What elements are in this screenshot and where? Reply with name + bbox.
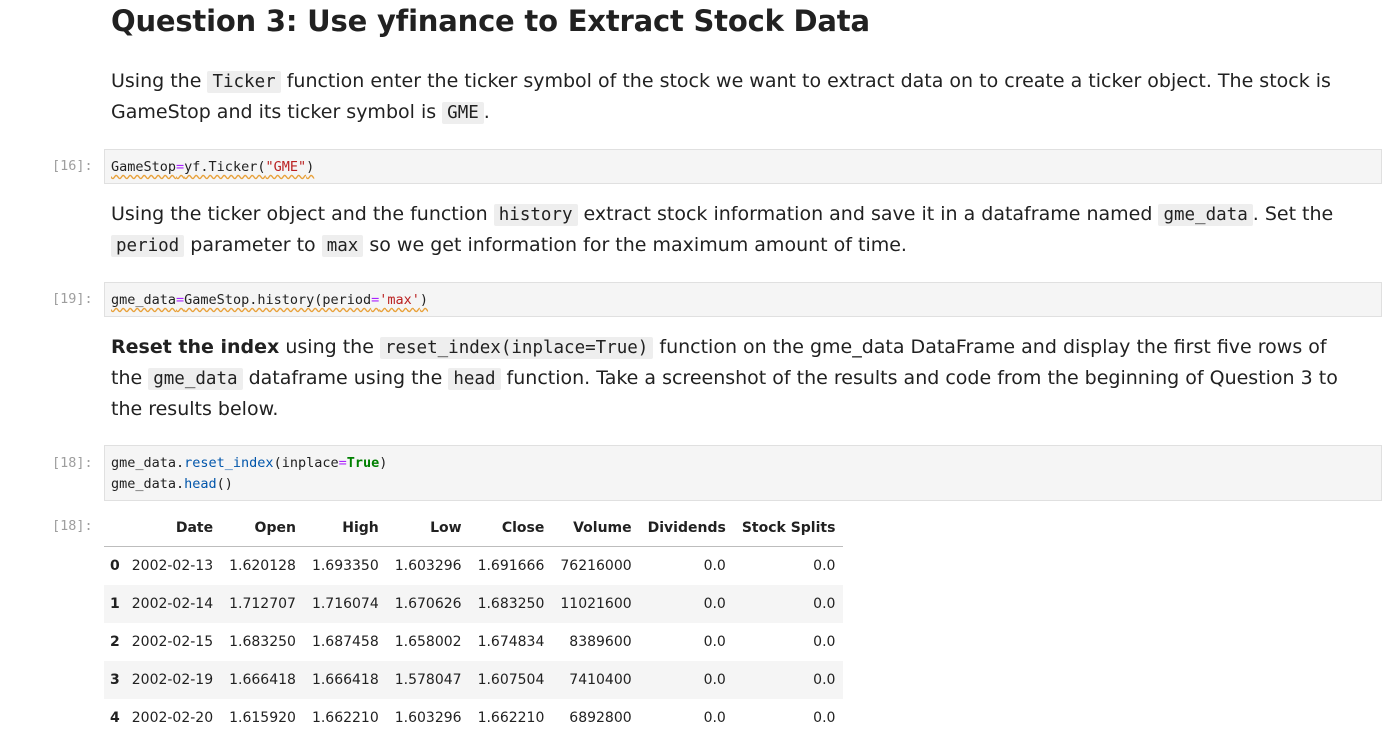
table-cell: 1.712707 — [229, 596, 296, 612]
code-line[interactable]: GameStop=yf.Ticker("GME") — [111, 157, 1381, 178]
inline-code: Ticker — [207, 71, 281, 93]
text: using the — [279, 336, 380, 358]
inline-code: gme_data — [1158, 204, 1253, 226]
table-cell: 0.0 — [703, 596, 726, 612]
table-row: 0 2002-02-13 1.620128 1.693350 1.603296 … — [104, 547, 843, 586]
table-header-row: Date Open High Low Close Volume Dividend… — [104, 509, 844, 547]
table-cell: 1.603296 — [394, 710, 462, 726]
table-cell: 0.0 — [703, 710, 726, 726]
text: . Set the — [1252, 203, 1334, 225]
code-cell-18[interactable]: gme_data.reset_index(inplace=True) gme_d… — [104, 445, 1382, 501]
code-token: GameStop=yf.Ticker("GME") — [111, 159, 315, 175]
row-index: 0 — [110, 558, 120, 574]
text: Using the ticker object and the function — [111, 203, 494, 225]
table-cell: 0.0 — [703, 634, 726, 650]
table-row: 4 2002-02-20 1.615920 1.662210 1.603296 … — [104, 699, 843, 737]
table-row: 1 2002-02-14 1.712707 1.716074 1.670626 … — [104, 585, 844, 623]
markdown-paragraph-history: Using the ticker object and the function… — [111, 199, 1361, 261]
table-cell: 1.578047 — [394, 672, 462, 688]
table-cell: 0.0 — [703, 558, 726, 574]
text: Using the — [111, 70, 208, 92]
inline-code: period — [111, 235, 185, 257]
row-index: 3 — [110, 672, 120, 688]
output-prompt: [18]: — [52, 518, 93, 534]
table-cell: 1.691666 — [477, 558, 545, 574]
column-header: Volume — [552, 509, 640, 547]
input-prompt: [19]: — [52, 291, 93, 307]
table-cell: 11021600 — [560, 596, 632, 612]
table-cell: 0.0 — [813, 596, 836, 612]
table-cell: 1.670626 — [394, 596, 462, 612]
table-cell: 1.687458 — [311, 634, 379, 650]
table-cell: 2002-02-20 — [131, 710, 214, 726]
column-header: Close — [469, 509, 553, 547]
question-heading: Question 3: Use yfinance to Extract Stoc… — [111, 4, 870, 38]
table-cell: 1.620128 — [229, 558, 296, 574]
inline-code: head — [448, 368, 501, 390]
dataframe-output-table: Date Open High Low Close Volume Dividend… — [104, 509, 844, 737]
column-header — [104, 509, 124, 547]
table-cell: 1.674834 — [477, 634, 545, 650]
text: extract stock information and save it in… — [577, 203, 1159, 225]
code-line[interactable]: gme_data.head() — [111, 474, 1381, 495]
table-cell: 1.607504 — [477, 672, 545, 688]
table-cell: 0.0 — [813, 634, 836, 650]
table-cell: 0.0 — [813, 672, 836, 688]
table-cell: 2002-02-19 — [131, 672, 214, 688]
code-cell-19[interactable]: gme_data=GameStop.history(period='max') — [104, 282, 1382, 317]
table-cell: 1.716074 — [311, 596, 379, 612]
text: parameter to — [184, 234, 322, 256]
table-cell: 76216000 — [560, 558, 632, 574]
markdown-paragraph-reset-index: Reset the index using the reset_index(in… — [111, 332, 1361, 424]
table-cell: 1.615920 — [229, 710, 296, 726]
table-cell: 1.662210 — [311, 710, 379, 726]
row-index: 2 — [110, 634, 120, 650]
column-header: Open — [221, 509, 304, 547]
code-token: gme_data=GameStop.history(period='max') — [111, 292, 429, 308]
input-prompt: [16]: — [52, 158, 93, 174]
text: . — [483, 101, 490, 123]
text: so we get information for the maximum am… — [363, 234, 907, 256]
markdown-paragraph-ticker: Using the Ticker function enter the tick… — [111, 66, 1361, 128]
inline-code: reset_index(inplace=True) — [379, 337, 654, 359]
table-cell: 1.662210 — [477, 710, 545, 726]
text: dataframe using the — [242, 367, 449, 389]
table-cell: 1.603296 — [394, 558, 462, 574]
table-cell: 2002-02-13 — [131, 558, 214, 574]
table-row: 3 2002-02-19 1.666418 1.666418 1.578047 … — [104, 661, 844, 699]
code-cell-16[interactable]: GameStop=yf.Ticker("GME") — [104, 149, 1382, 184]
text: function enter the ticker symbol of the … — [111, 70, 1331, 123]
table-cell: 1.666418 — [311, 672, 379, 688]
column-header: Stock Splits — [733, 509, 844, 547]
input-prompt: [18]: — [52, 455, 93, 471]
row-index: 1 — [110, 596, 120, 612]
table-cell: 1.658002 — [394, 634, 462, 650]
table-cell: 2002-02-14 — [131, 596, 214, 612]
column-header: Date — [123, 509, 222, 547]
code-line[interactable]: gme_data=GameStop.history(period='max') — [111, 290, 1381, 311]
code-line[interactable]: gme_data.reset_index(inplace=True) — [111, 453, 1381, 474]
inline-code: max — [321, 235, 364, 257]
table-cell: 1.666418 — [229, 672, 296, 688]
table-cell: 2002-02-15 — [131, 634, 214, 650]
inline-code: GME — [442, 102, 484, 124]
table-cell: 0.0 — [703, 672, 726, 688]
inline-code: history — [493, 204, 578, 226]
table-cell: 1.693350 — [311, 558, 379, 574]
column-header: Low — [386, 509, 470, 547]
column-header: Dividends — [639, 509, 734, 547]
inline-code: gme_data — [148, 368, 243, 390]
table-row: 2 2002-02-15 1.683250 1.687458 1.658002 … — [104, 623, 843, 661]
column-header: High — [303, 509, 387, 547]
table-cell: 0.0 — [813, 710, 836, 726]
bold-text: Reset the index — [111, 336, 280, 358]
table-cell: 1.683250 — [477, 596, 545, 612]
table-cell: 1.683250 — [229, 634, 296, 650]
table-cell: 0.0 — [813, 558, 836, 574]
table-cell: 8389600 — [569, 634, 632, 650]
row-index: 4 — [110, 710, 120, 726]
table-cell: 7410400 — [569, 672, 632, 688]
table-cell: 6892800 — [569, 710, 632, 726]
